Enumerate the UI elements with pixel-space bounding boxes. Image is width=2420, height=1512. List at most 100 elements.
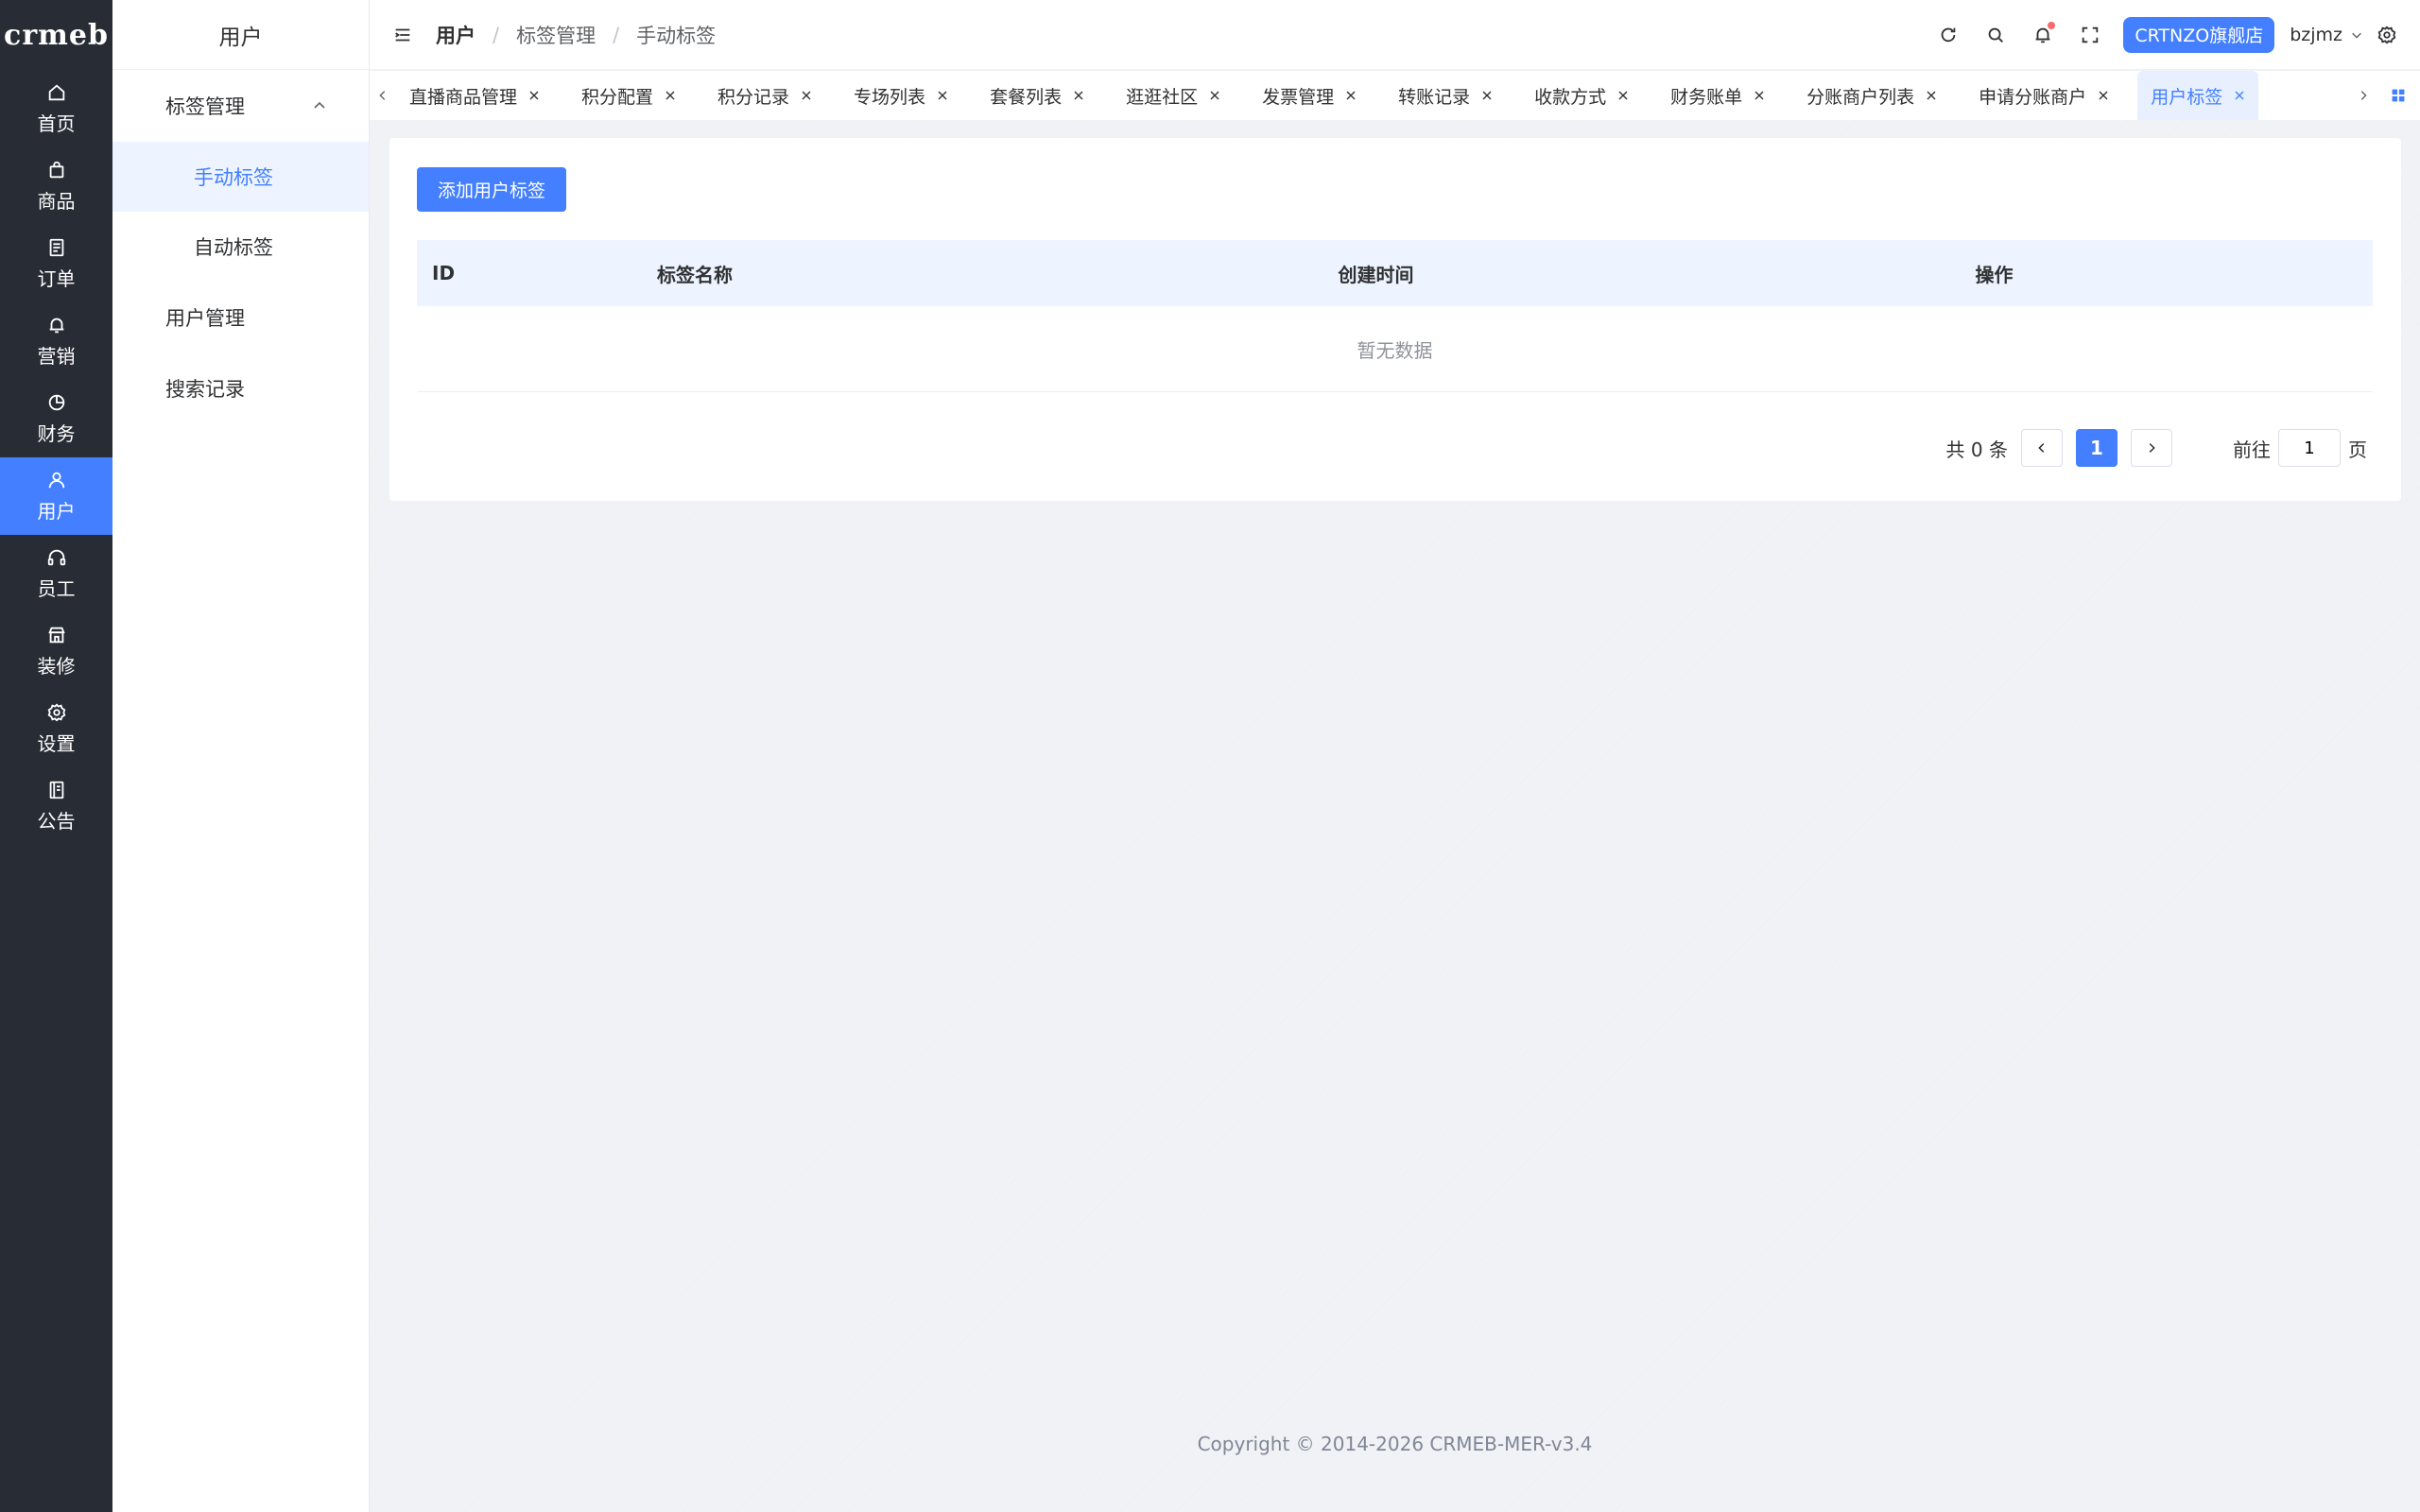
menu-fold-icon[interactable] bbox=[392, 25, 413, 45]
notification-bell-icon[interactable] bbox=[2031, 21, 2056, 46]
notification-dot bbox=[2048, 21, 2056, 29]
breadcrumb-item[interactable]: 用户 bbox=[436, 21, 475, 49]
tab-item[interactable]: 专场列表 bbox=[840, 71, 961, 120]
store-switch-button[interactable]: CRTNZO旗舰店 bbox=[2123, 16, 2275, 53]
close-icon[interactable] bbox=[1073, 90, 1084, 101]
tab-item[interactable]: 套餐列表 bbox=[977, 71, 1098, 120]
tab-label: 收款方式 bbox=[1534, 86, 1607, 108]
breadcrumb-item[interactable]: 标签管理 bbox=[516, 21, 596, 49]
tab-label: 积分记录 bbox=[717, 86, 790, 108]
tab-item[interactable]: 申请分账商户 bbox=[1965, 71, 2122, 120]
chevron-up-icon bbox=[314, 101, 325, 109]
submenu-item-user-management[interactable]: 用户管理 bbox=[112, 282, 369, 352]
document-icon bbox=[46, 237, 67, 258]
close-icon[interactable] bbox=[1209, 90, 1220, 101]
rail-item-finance[interactable]: 财务 bbox=[0, 380, 112, 457]
rail-item-label: 财务 bbox=[37, 421, 76, 445]
close-icon[interactable] bbox=[1617, 90, 1629, 101]
tab-item[interactable]: 逛逛社区 bbox=[1113, 71, 1234, 120]
crmeb-logo: crmeb bbox=[4, 18, 109, 52]
tags-table: ID 标签名称 创建时间 操作 暂无数据 bbox=[417, 240, 2373, 392]
submenu-item-manual-tags[interactable]: 手动标签 bbox=[112, 142, 369, 212]
add-user-tag-button[interactable]: 添加用户标签 bbox=[417, 167, 567, 212]
tab-item[interactable]: 财务账单 bbox=[1657, 71, 1778, 120]
prev-page-button[interactable] bbox=[2021, 429, 2063, 467]
tab-item[interactable]: 用户标签 bbox=[2137, 71, 2259, 120]
close-icon[interactable] bbox=[1926, 90, 1937, 101]
pagination-total: 共 0 条 bbox=[1945, 438, 2008, 461]
page-number-current[interactable]: 1 bbox=[2076, 429, 2118, 467]
close-icon[interactable] bbox=[1754, 90, 1765, 101]
goto-page-input[interactable] bbox=[2278, 429, 2341, 467]
rail-item-staff[interactable]: 员工 bbox=[0, 535, 112, 612]
top-header: 用户 / 标签管理 / 手动标签 CRTNZO旗舰店 bzjmz bbox=[370, 0, 2420, 70]
rail-item-label: 装修 bbox=[37, 654, 76, 678]
tab-item[interactable]: 积分配置 bbox=[568, 71, 689, 120]
chevron-left-icon bbox=[2038, 443, 2045, 453]
column-header-id: ID bbox=[432, 262, 456, 284]
notebook-icon bbox=[46, 780, 67, 800]
close-icon[interactable] bbox=[665, 90, 676, 101]
rail-item-users[interactable]: 用户 bbox=[0, 457, 112, 535]
tab-item[interactable]: 发票管理 bbox=[1249, 71, 1370, 120]
tabs-scroll-left[interactable] bbox=[370, 71, 396, 120]
sub-sidebar: 用户 标签管理 手动标签 自动标签 用户管理 搜索记录 bbox=[112, 0, 370, 1512]
tab-label: 发票管理 bbox=[1262, 86, 1335, 108]
home-icon bbox=[46, 82, 67, 103]
breadcrumb-separator: / bbox=[613, 23, 620, 46]
rail-item-label: 商品 bbox=[37, 189, 76, 213]
column-header-name: 标签名称 bbox=[657, 263, 733, 286]
tab-list: 直播商品管理 积分配置 积分记录 专场列表 套餐列表 逛逛社区 发票管理 转账记录 收款方式 财务… bbox=[396, 71, 2350, 120]
column-header-created: 创建时间 bbox=[1338, 263, 1414, 286]
tab-item[interactable]: 积分记录 bbox=[704, 71, 825, 120]
breadcrumb-item: 手动标签 bbox=[636, 24, 717, 47]
tab-item[interactable]: 分账商户列表 bbox=[1793, 71, 1950, 120]
rail-item-label: 首页 bbox=[37, 112, 76, 135]
tab-label: 分账商户列表 bbox=[1806, 86, 1915, 108]
submenu-group-tag-management[interactable]: 标签管理 bbox=[112, 70, 369, 142]
bell-icon bbox=[46, 315, 67, 335]
empty-state-text: 暂无数据 bbox=[417, 306, 2373, 392]
tab-label: 套餐列表 bbox=[990, 86, 1063, 108]
tabs-scroll-right[interactable] bbox=[2350, 71, 2377, 120]
tab-item[interactable]: 直播商品管理 bbox=[396, 71, 553, 120]
headset-icon bbox=[46, 547, 67, 568]
user-dropdown[interactable]: bzjmz bbox=[2290, 25, 2363, 45]
bag-icon bbox=[46, 160, 67, 180]
refresh-icon[interactable] bbox=[1937, 24, 1960, 46]
tabs-bar: 直播商品管理 积分配置 积分记录 专场列表 套餐列表 逛逛社区 发票管理 转账记录 收款方式 财务… bbox=[370, 71, 2420, 120]
chevron-down-icon bbox=[2352, 32, 2361, 39]
tab-item[interactable]: 转账记录 bbox=[1385, 71, 1506, 120]
rail-item-orders[interactable]: 订单 bbox=[0, 225, 112, 302]
column-header-operations: 操作 bbox=[1975, 263, 2014, 286]
close-icon[interactable] bbox=[937, 90, 948, 101]
breadcrumb: 用户 / 标签管理 / 手动标签 bbox=[436, 21, 716, 49]
submenu-item-auto-tags[interactable]: 自动标签 bbox=[112, 212, 369, 282]
next-page-button[interactable] bbox=[2131, 429, 2172, 467]
rail-item-products[interactable]: 商品 bbox=[0, 147, 112, 225]
close-icon[interactable] bbox=[528, 90, 540, 101]
grid-menu-icon[interactable] bbox=[2388, 85, 2409, 106]
tab-item[interactable]: 收款方式 bbox=[1521, 71, 1642, 120]
close-icon[interactable] bbox=[2234, 90, 2245, 101]
store-icon bbox=[46, 625, 67, 645]
settings-icon[interactable] bbox=[2376, 24, 2398, 46]
rail-item-marketing[interactable]: 营销 bbox=[0, 302, 112, 380]
close-icon[interactable] bbox=[1345, 90, 1357, 101]
tab-label: 申请分账商户 bbox=[1979, 86, 2087, 108]
search-icon[interactable] bbox=[1984, 24, 2007, 46]
rail-item-decoration[interactable]: 装修 bbox=[0, 612, 112, 690]
rail-item-settings[interactable]: 设置 bbox=[0, 690, 112, 767]
rail-item-label: 公告 bbox=[37, 809, 76, 833]
gear-icon bbox=[46, 702, 67, 723]
close-icon[interactable] bbox=[801, 90, 812, 101]
content-card: 添加用户标签 ID 标签名称 创建时间 操作 暂无数据 共 0 条 1 前往 页 bbox=[389, 138, 2401, 501]
breadcrumb-separator: / bbox=[493, 23, 500, 46]
footer-copyright: Copyright © 2014-2026 CRMEB-MER-v3.4 bbox=[1197, 1433, 1593, 1455]
rail-item-announcement[interactable]: 公告 bbox=[0, 767, 112, 845]
close-icon[interactable] bbox=[1481, 90, 1493, 101]
close-icon[interactable] bbox=[2098, 90, 2109, 101]
submenu-item-search-records[interactable]: 搜索记录 bbox=[112, 352, 369, 423]
fullscreen-icon[interactable] bbox=[2079, 24, 2101, 46]
rail-item-home[interactable]: 首页 bbox=[0, 70, 112, 147]
